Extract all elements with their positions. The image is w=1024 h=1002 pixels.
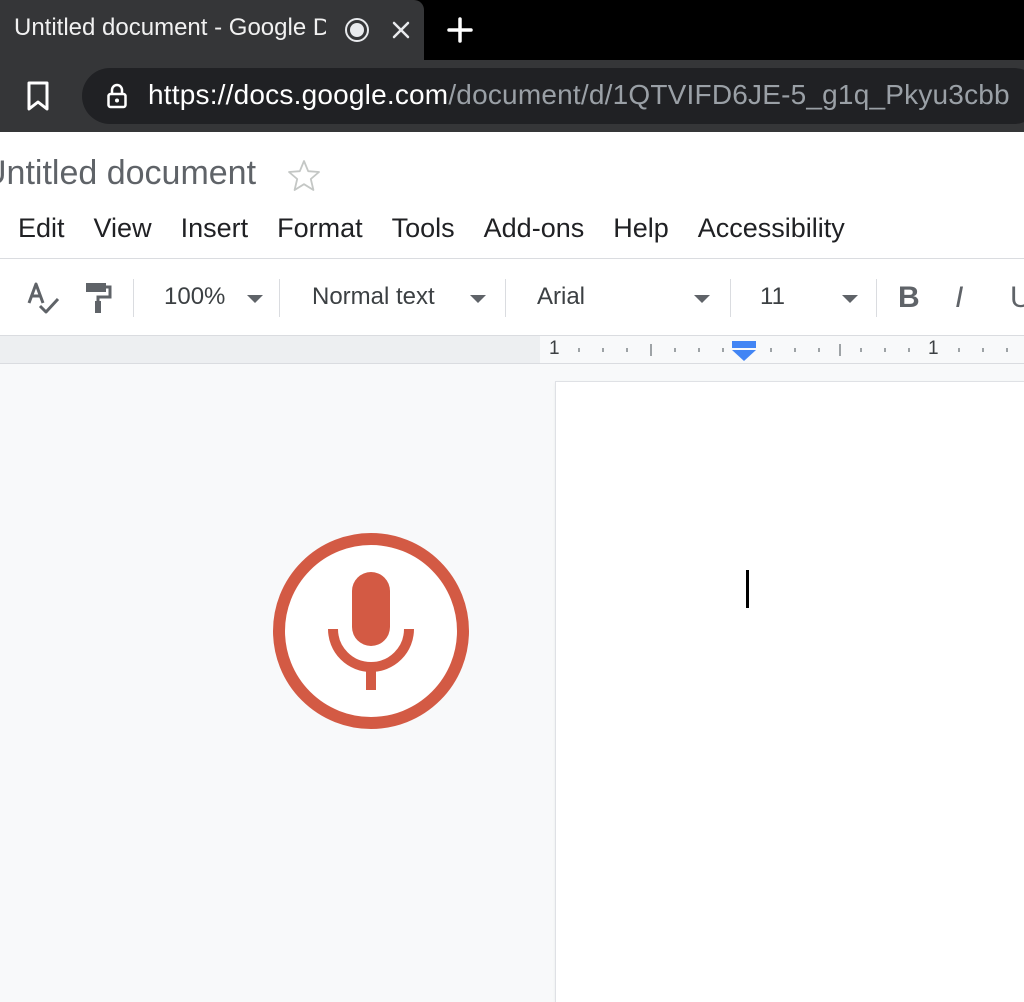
star-icon[interactable] [286,158,322,194]
url-path: /document/d/1QTVIFD6JE-5_g1q_Pkyu3cbb [448,79,1010,110]
document-page[interactable] [556,382,1024,1002]
menu-bar: Edit View Insert Format Tools Add-ons He… [18,208,874,248]
menu-accessibility[interactable]: Accessibility [698,208,845,248]
zoom-select[interactable]: 100% [164,283,225,311]
font-size-select[interactable]: 11 [760,283,785,311]
font-size-dropdown-icon[interactable] [842,295,858,303]
italic-button[interactable]: I [955,281,963,315]
browser-toolbar: https://docs.google.com/document/d/1QTVI… [0,60,1024,132]
menu-help[interactable]: Help [613,208,669,248]
document-title[interactable]: Untitled document [0,154,256,193]
formatting-toolbar: 100% Normal text Arial 11 B I U [0,258,1024,336]
ruler-ticks [578,344,1008,356]
toolbar-divider [505,279,506,317]
bookmark-icon[interactable] [24,80,52,112]
menu-tools[interactable]: Tools [392,208,455,248]
lock-icon[interactable] [106,83,128,109]
browser-tab[interactable]: Untitled document - Google Docs [0,0,424,60]
paragraph-style-select[interactable]: Normal text [312,283,435,311]
indent-marker-icon[interactable] [731,340,757,362]
menu-edit[interactable]: Edit [18,208,65,248]
address-bar[interactable]: https://docs.google.com/document/d/1QTVI… [82,68,1024,124]
spellcheck-icon[interactable] [26,281,60,315]
url-host: https://docs.google.com [148,79,449,110]
toolbar-divider [279,279,280,317]
recording-indicator-icon [345,18,369,42]
menu-insert[interactable]: Insert [181,208,249,248]
print-icon[interactable] [0,285,6,311]
microphone-icon[interactable] [272,532,470,730]
new-tab-icon[interactable] [446,16,474,44]
tab-title: Untitled document - Google Docs [14,14,326,41]
ruler[interactable]: 1 1 [0,336,1024,364]
ruler-number-right: 1 [928,338,939,359]
tab-close-icon[interactable] [389,18,413,42]
font-select[interactable]: Arial [537,283,585,311]
ruler-number-left: 1 [549,338,560,359]
zoom-dropdown-icon[interactable] [247,295,263,303]
browser-tabstrip: Untitled document - Google Docs [0,0,1024,60]
style-dropdown-icon[interactable] [470,295,486,303]
text-cursor [746,570,749,608]
docs-header: Untitled document Edit View Insert Forma… [0,132,1024,258]
url-text: https://docs.google.com/document/d/1QTVI… [148,79,1010,111]
paint-format-icon[interactable] [84,281,112,315]
font-dropdown-icon[interactable] [694,295,710,303]
menu-view[interactable]: View [94,208,152,248]
menu-add-ons[interactable]: Add-ons [484,208,585,248]
toolbar-divider [133,279,134,317]
underline-button[interactable]: U [1010,281,1024,315]
menu-format[interactable]: Format [277,208,363,248]
toolbar-divider [730,279,731,317]
toolbar-divider [876,279,877,317]
bold-button[interactable]: B [898,281,920,315]
